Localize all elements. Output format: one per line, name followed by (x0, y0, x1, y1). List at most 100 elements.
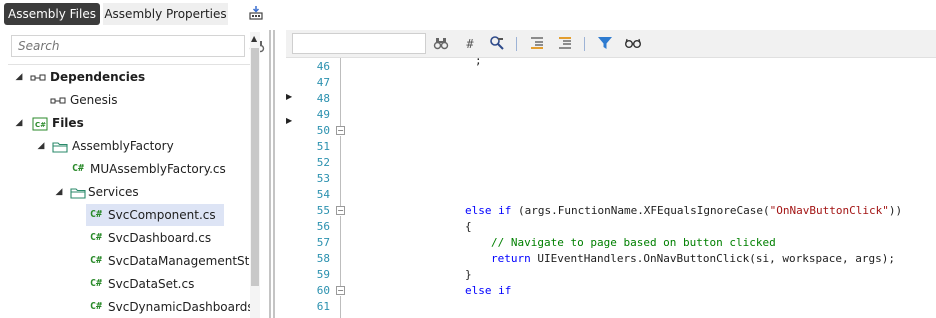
dependency-icon (50, 93, 66, 107)
filter-icon[interactable] (596, 35, 614, 53)
panel-splitter[interactable] (268, 30, 276, 318)
scroll-up-icon[interactable]: ▲ (251, 34, 257, 43)
tree-item-label: SvcDataManagementStep.cs (108, 254, 258, 268)
tree-item-svccomponent[interactable]: C# SvcComponent.cs (86, 204, 224, 226)
tree-item-label: Files (52, 116, 84, 130)
csharp-project-icon: C# (32, 116, 48, 131)
code-line-60: else if (465, 283, 511, 299)
tab-assembly-files[interactable]: Assembly Files (4, 3, 100, 25)
line-number: 48 (316, 92, 330, 105)
csharp-file-icon: C# (72, 163, 85, 174)
toolbar-separator (516, 37, 517, 51)
line-number: 51 (316, 140, 330, 153)
fold-guide (340, 136, 341, 206)
outdent-icon[interactable] (556, 35, 574, 53)
svg-text:C#: C# (35, 121, 46, 129)
code-line-57: // Navigate to page based on button clic… (491, 235, 776, 251)
keyword: return (491, 252, 531, 265)
line-number: 54 (316, 188, 330, 201)
tree-item-muassemblyfactory[interactable]: C# MUAssemblyFactory.cs (8, 158, 258, 180)
code-line-46: ; (475, 58, 482, 67)
expand-icon[interactable]: ◢ (54, 181, 64, 203)
keyword: else if (465, 204, 512, 217)
code-line-59: } (465, 268, 472, 281)
tree-item-label: SvcDynamicDashboards.cs (108, 300, 258, 314)
glasses-icon[interactable] (624, 35, 642, 53)
expand-icon[interactable]: ◢ (14, 112, 24, 134)
tree-item-label: SvcDataSet.cs (108, 277, 195, 291)
toolbar-separator (584, 37, 585, 51)
tree-scrollbar[interactable]: ▲ (250, 32, 260, 318)
expand-icon[interactable]: ◢ (36, 135, 46, 157)
tree-item-svcdynamicdashboards[interactable]: C# SvcDynamicDashboards.cs (8, 296, 258, 318)
folder-icon (70, 185, 86, 199)
line-number: 60 (316, 284, 330, 297)
line-number: 55 (316, 204, 330, 217)
tree-item-label: SvcDashboard.cs (108, 231, 212, 245)
code-line-58: return UIEventHandlers.OnNavButtonClick(… (491, 251, 895, 267)
fold-guide (340, 216, 341, 286)
tree-item-assemblyfactory[interactable]: ◢ AssemblyFactory (8, 135, 258, 157)
fold-guide (340, 58, 341, 126)
line-number: 50 (316, 124, 330, 137)
tree-item-label: Genesis (70, 93, 118, 107)
line-number: 61 (316, 300, 330, 313)
code-text: (args.FunctionName.XFEqualsIgnoreCase( (511, 204, 770, 217)
fold-guide (340, 296, 341, 318)
caret-marker-icon: ▶ (286, 92, 293, 101)
tree-item-genesis[interactable]: Genesis (8, 89, 258, 111)
tree-item-label: AssemblyFactory (72, 139, 174, 153)
folder-icon (52, 139, 68, 153)
csharp-file-icon: C# (90, 209, 103, 220)
hash-icon[interactable]: # (461, 35, 479, 53)
keyword: else if (465, 284, 512, 297)
code-line-56: { (465, 220, 472, 233)
find-icon[interactable] (432, 35, 450, 53)
string-literal: "OnNavButtonClick" (769, 204, 889, 217)
line-number: 58 (316, 252, 330, 265)
search-input[interactable] (11, 35, 245, 57)
caret-marker-icon: ▶ (286, 116, 293, 125)
line-number: 59 (316, 268, 330, 281)
gutter-markers: ▶ ▶ (286, 58, 296, 318)
tab-bar: Assembly Files Assembly Properties (0, 0, 936, 28)
assembly-files-panel: ◢ Dependencies Genesis ◢ C# Files ◢ (8, 32, 268, 318)
code-area[interactable]: ; else if (args.FunctionName.XFEqualsIgn… (342, 58, 936, 318)
tree-item-svcdashboard[interactable]: C# SvcDashboard.cs (8, 227, 258, 249)
scrollbar-thumb[interactable] (251, 48, 259, 286)
line-number: 47 (316, 76, 330, 89)
csharp-file-icon: C# (90, 301, 103, 312)
line-number: 49 (316, 108, 330, 121)
editor-toolbar: # (286, 30, 936, 58)
tree-item-label: SvcComponent.cs (108, 208, 216, 222)
indent-icon[interactable] (528, 35, 546, 53)
line-number-gutter: 46 47 48 49 50 51 52 53 54 55 56 57 58 5… (296, 58, 345, 318)
expand-icon[interactable]: ◢ (14, 66, 24, 88)
editor-find-input[interactable] (292, 33, 426, 54)
tree-item-svcdataset[interactable]: C# SvcDataSet.cs (8, 273, 258, 295)
csharp-file-icon: C# (90, 232, 103, 243)
code-line-55: else if (args.FunctionName.XFEqualsIgnor… (465, 203, 902, 219)
code-text: )) (888, 204, 903, 217)
line-number: 52 (316, 156, 330, 169)
tree-item-label: Services (88, 185, 139, 199)
tree-item-label: Dependencies (50, 70, 146, 84)
tree-item-services[interactable]: ◢ Services (8, 181, 258, 203)
csharp-file-icon: C# (90, 255, 103, 266)
line-number: 46 (316, 60, 330, 73)
tree-item-svcdatamanagementstep[interactable]: C# SvcDataManagementStep.cs (8, 250, 258, 272)
dependency-icon (30, 70, 46, 84)
search-replace-icon[interactable] (488, 35, 506, 53)
line-number: 57 (316, 236, 330, 249)
compile-icon[interactable] (247, 4, 265, 22)
code-text: UIEventHandlers.OnNavButtonClick(si, wor… (530, 252, 895, 265)
csharp-file-icon: C# (90, 278, 103, 289)
tree-item-files[interactable]: ◢ C# Files (8, 112, 258, 134)
line-number: 53 (316, 172, 330, 185)
tree-item-label: MUAssemblyFactory.cs (90, 162, 226, 176)
tree-item-dependencies[interactable]: ◢ Dependencies (8, 66, 258, 88)
tab-assembly-properties[interactable]: Assembly Properties (103, 3, 228, 25)
code-editor: # ▶ ▶ 46 47 48 49 50 51 52 53 54 55 56 5… (286, 30, 936, 318)
comment: // Navigate to page based on button clic… (491, 236, 776, 249)
file-tree: ◢ Dependencies Genesis ◢ C# Files ◢ Asse… (8, 64, 258, 318)
